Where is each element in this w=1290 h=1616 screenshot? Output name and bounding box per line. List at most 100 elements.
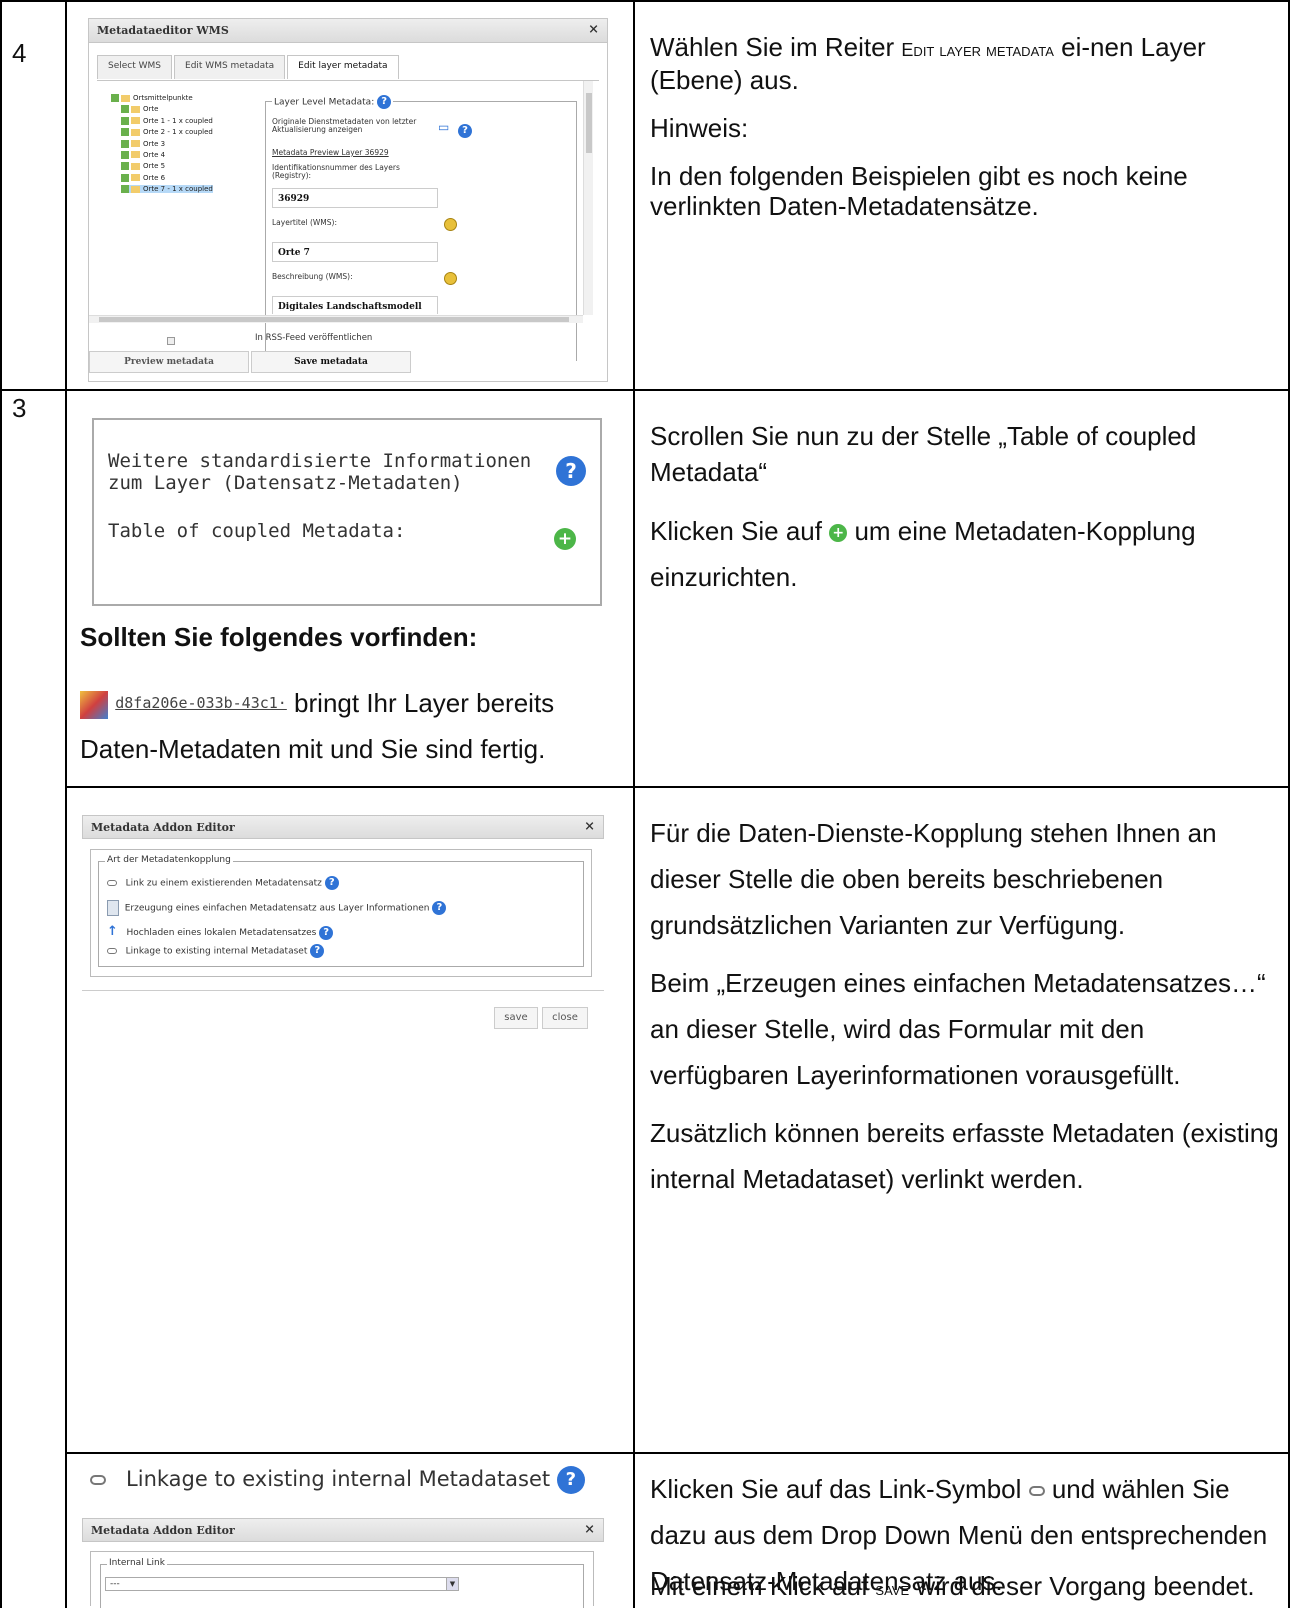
description-label: Beschreibung (WMS): [272, 272, 353, 281]
document-icon [107, 900, 119, 916]
divider [82, 990, 604, 991]
step4-description: Wählen Sie im Reiter Edit layer metadata… [650, 32, 1280, 239]
question-icon[interactable]: ? [432, 901, 447, 915]
checkbox-icon[interactable] [121, 128, 129, 137]
folder-icon [131, 174, 140, 182]
question-icon[interactable]: ? [319, 925, 334, 940]
save-metadata-button[interactable]: Save metadata [251, 351, 411, 373]
tab-edit-wms-metadata[interactable]: Edit WMS metadata [174, 55, 286, 79]
checkbox-icon[interactable] [121, 185, 129, 194]
question-icon[interactable]: ? [556, 456, 586, 486]
window-title-bar: Metadataeditor WMS × [89, 19, 607, 43]
layer-tree: Ortsmittelpunkte Orte Orte 1 - 1 x coupl… [111, 93, 213, 196]
checkbox-icon[interactable] [121, 116, 129, 125]
internal-link-select[interactable]: --- ▼ [105, 1577, 459, 1591]
tree-item[interactable]: Orte 6 [111, 173, 213, 184]
rss-label: In RSS-Feed veröffentlichen [255, 333, 373, 343]
tree-item[interactable]: Orte 1 - 1 x coupled [111, 116, 213, 127]
standardized-info-text: Weitere standardisierte Informationen zu… [108, 450, 532, 494]
metadata-id-link[interactable]: d8fa206e-033b-43c1· [115, 694, 287, 712]
tab-bar: Select WMS Edit WMS metadata Edit layer me… [97, 55, 599, 81]
checkbox-icon[interactable] [121, 150, 129, 159]
step3b-paragraph: Zusätzlich können bereits erfasste Metad… [650, 1118, 1279, 1194]
metadataeditor-wms-window: Metadataeditor WMS × Select WMS Edit WMS … [88, 18, 608, 382]
horizontal-scrollbar[interactable] [89, 315, 583, 323]
col-divider-2 [633, 0, 635, 1608]
step3b-description: Für die Daten-Dienste-Kopplung stehen Ih… [650, 810, 1280, 1220]
folder-icon [131, 151, 140, 159]
tree-item[interactable]: Orte 4 [111, 150, 213, 161]
tree-item[interactable]: Orte 3 [111, 139, 213, 150]
tree-item[interactable]: Orte [111, 104, 213, 115]
tree-item[interactable]: Orte 2 - 1 x coupled [111, 127, 213, 138]
checkbox-icon[interactable] [111, 94, 119, 102]
metadata-addon-editor-window: Metadata Addon Editor × Art der Metadate… [82, 815, 604, 1065]
close-icon[interactable]: × [584, 1522, 595, 1537]
preview-metadata-button[interactable]: Preview metadata [89, 351, 249, 373]
fieldset-legend: Art der Metadatenkopplung [105, 855, 233, 865]
checkbox-icon[interactable] [121, 173, 129, 182]
tree-item-root[interactable]: Ortsmittelpunkte [111, 93, 213, 104]
option-link-existing[interactable]: Link zu einem existierenden Metadatensat… [107, 876, 339, 890]
folder-icon [131, 185, 140, 193]
option-linkage-internal[interactable]: Linkage to existing internal Metadataset… [107, 944, 325, 958]
layer-title-label: Layertitel (WMS): [272, 218, 337, 227]
close-icon[interactable]: × [584, 819, 595, 834]
folder-icon [131, 140, 140, 148]
tab-edit-layer-metadata[interactable]: Edit layer metadata [287, 55, 399, 79]
vertical-scrollbar[interactable] [583, 81, 593, 315]
tab-select-wms[interactable]: Select WMS [97, 55, 173, 79]
layer-title-input[interactable]: Orte 7 [272, 242, 438, 262]
fieldset-legend: Layer Level Metadata: ? [272, 95, 394, 109]
save-button[interactable]: save [494, 1007, 538, 1029]
step3b-paragraph: Beim „Erzeugen eines einfachen Metadaten… [650, 968, 1266, 1090]
window-title: Metadataeditor WMS [97, 24, 229, 37]
id-label: Identifikationsnummer des Layers (Regist… [272, 163, 400, 180]
question-icon[interactable]: ? [556, 1466, 585, 1494]
chain-link-icon [90, 1475, 106, 1485]
dropdown-arrow-icon[interactable]: ▼ [446, 1578, 458, 1590]
row-divider-2 [65, 786, 1290, 788]
window-title-bar: Metadata Addon Editor × [82, 815, 604, 839]
coupled-metadata-box: Weitere standardisierte Informationen zu… [92, 418, 602, 606]
id-input[interactable]: 36929 [272, 188, 438, 208]
linkage-label-row: Linkage to existing internal Metadataset… [90, 1466, 585, 1494]
window-title: Metadata Addon Editor [91, 821, 235, 834]
coin-icon[interactable] [444, 272, 457, 285]
internal-link-fieldset: Internal Link --- ▼ [100, 1558, 584, 1608]
hint-text: In den folgenden Beispielen gibt es noch… [650, 161, 1188, 221]
window-title-bar: Metadata Addon Editor × [82, 1518, 604, 1542]
step-number-4: 4 [12, 38, 27, 68]
question-icon[interactable]: ? [458, 124, 472, 138]
close-button[interactable]: close [542, 1007, 588, 1029]
fieldset-legend: Internal Link [107, 1558, 167, 1568]
add-icon[interactable]: + [554, 528, 576, 550]
close-icon[interactable]: × [588, 22, 599, 37]
rss-checkbox[interactable] [167, 337, 175, 345]
chain-link-icon [1028, 1486, 1045, 1497]
step3a-description: Scrollen Sie nun zu der Stelle „Table of… [650, 418, 1280, 618]
folder-icon [131, 117, 140, 125]
step3c-text-2: Mit einem Klick auf save wird dieser Vor… [650, 1571, 1255, 1601]
checkbox-icon[interactable] [121, 162, 129, 171]
description-input[interactable]: Digitales Landschaftsmodell [272, 296, 438, 314]
checkbox-icon[interactable] [121, 105, 129, 114]
metadata-preview-link[interactable]: Metadata Preview Layer 36929 [272, 148, 389, 157]
step3a-text-1: Scrollen Sie nun zu der Stelle „Table of… [650, 421, 1197, 487]
option-upload-local[interactable]: ↑ Hochladen eines lokalen Metadatensatze… [107, 924, 334, 940]
tree-item-selected[interactable]: Orte 7 - 1 x coupled [111, 184, 213, 195]
book-icon[interactable]: ▭ [438, 120, 449, 134]
option-create-simple[interactable]: Erzeugung eines einfachen Metadatensatz … [107, 900, 447, 916]
found-heading: Sollten Sie folgendes vorfinden: [80, 622, 478, 652]
question-icon[interactable]: ? [377, 95, 392, 109]
window-title: Metadata Addon Editor [91, 1524, 235, 1537]
table-of-coupled-metadata-label: Table of coupled Metadata: [108, 520, 406, 542]
tree-item[interactable]: Orte 5 [111, 161, 213, 172]
step3b-paragraph: Für die Daten-Dienste-Kopplung stehen Ih… [650, 818, 1217, 940]
hint-label: Hinweis: [650, 113, 749, 143]
question-icon[interactable]: ? [310, 944, 325, 958]
coin-icon[interactable] [444, 218, 457, 231]
folder-icon [131, 105, 140, 113]
checkbox-icon[interactable] [121, 139, 129, 148]
question-icon[interactable]: ? [324, 876, 339, 890]
